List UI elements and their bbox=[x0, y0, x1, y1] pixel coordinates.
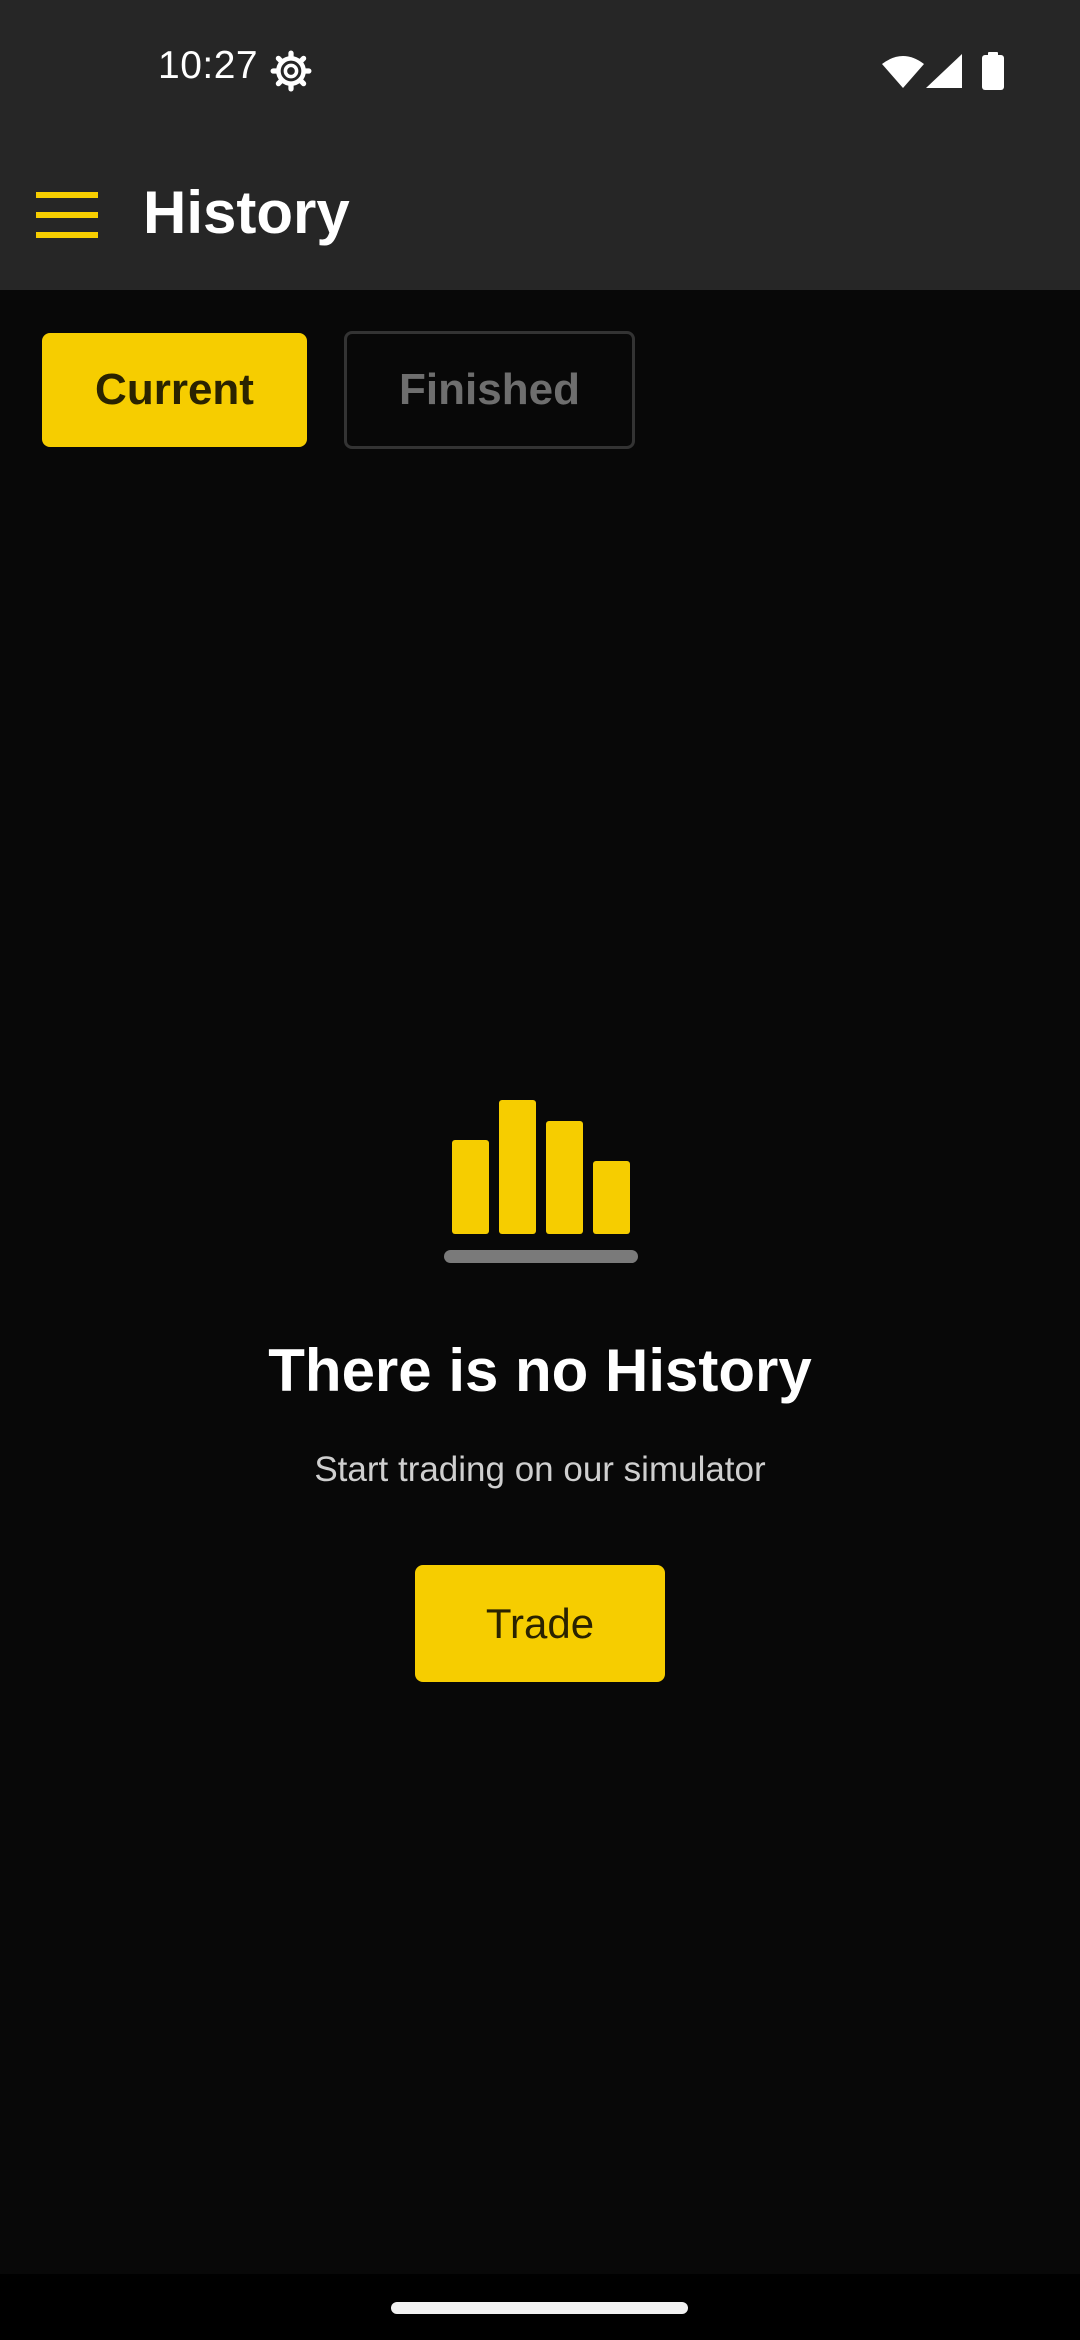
app-bar: History bbox=[0, 142, 1080, 290]
hamburger-menu-icon bbox=[36, 192, 98, 238]
system-nav-bar bbox=[0, 2274, 1080, 2340]
tab-current-label: Current bbox=[95, 365, 254, 414]
empty-state-title: There is no History bbox=[268, 1337, 812, 1404]
home-indicator[interactable] bbox=[391, 2302, 688, 2314]
tab-current[interactable]: Current bbox=[42, 333, 307, 447]
gear-icon bbox=[270, 50, 312, 92]
wifi-icon bbox=[882, 56, 924, 88]
tab-finished[interactable]: Finished bbox=[344, 331, 635, 449]
bar-chart-icon bbox=[444, 1100, 638, 1263]
trade-button[interactable]: Trade bbox=[415, 1565, 665, 1682]
trade-button-label: Trade bbox=[485, 1599, 595, 1647]
page-title: History bbox=[143, 179, 350, 246]
empty-state-subtitle: Start trading on our simulator bbox=[314, 1450, 766, 1489]
status-time: 10:27 bbox=[158, 44, 259, 87]
history-screen: 10:27 History Current Finished There is … bbox=[0, 0, 1080, 2340]
tab-finished-label: Finished bbox=[399, 365, 580, 414]
status-bar: 10:27 bbox=[0, 0, 1080, 142]
menu-button[interactable] bbox=[22, 172, 112, 258]
battery-icon bbox=[982, 52, 1004, 90]
signal-icon bbox=[926, 54, 962, 88]
